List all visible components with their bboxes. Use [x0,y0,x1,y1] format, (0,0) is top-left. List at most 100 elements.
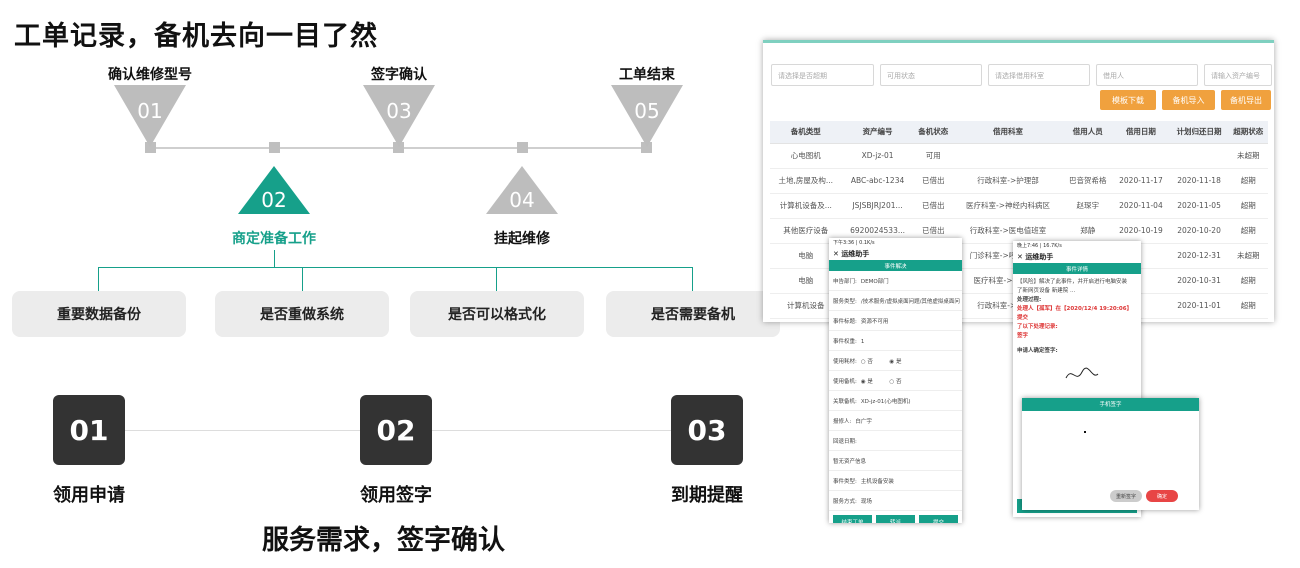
signature-canvas[interactable] [1084,431,1086,433]
process-number: 02 [360,395,432,465]
form-label: 关联备机: [833,399,857,405]
form-row[interactable]: 回退日期: [829,431,962,451]
detail-line: 申请人确定签字: [1017,348,1058,354]
table-cell: 土地,房屋及构... [770,168,842,194]
table-cell: 巴音贺希格 [1063,168,1113,194]
filter-dept-select[interactable]: 请选择借用科室 [988,64,1090,86]
process-label: 领用签字 [360,485,432,506]
table-row[interactable]: 土地,房屋及构... ABC-abc-1234 已借出 行政科室->护理部 巴音贺希格 2… [770,168,1268,194]
process-number: 01 [53,395,125,465]
table-cell: 2020-11-04 [1112,193,1170,219]
step-label: 确认维修型号 [108,67,192,83]
column-header: 计划归还日期 [1169,121,1229,144]
step-label: 工单结束 [619,67,675,83]
table-row[interactable]: 计算机设备及... JSJSBJRJ201... 已借出 医疗科室->神经内科病区 赵琛… [770,193,1268,219]
form-value: ○ 否 ◉ 是 [860,359,902,365]
form-label: 报修人: [833,419,852,425]
form-label: 事件权重: [833,339,857,345]
table-cell: ABC-abc-1234 [841,168,914,194]
phone-action-bar: 结束工单 转派 提交 [829,511,962,523]
table-cell: 已借出 [913,193,953,219]
signature-bar: 手机签字 [1022,398,1199,411]
table-cell: 已借出 [913,168,953,194]
form-label: 事件类型: [833,479,857,485]
process-label: 到期提醒 [671,485,743,506]
table-cell: 行政科室->护理部 [952,168,1064,194]
form-row[interactable]: 事件权重: 1 [829,331,962,351]
table-cell: 计算机设备及... [770,193,842,219]
phone-status-bar: 晚上7:46 | 16.7K/s [1013,241,1141,250]
table-cell: 2020-11-01 [1169,293,1229,319]
table-cell: 2020-10-31 [1169,268,1229,294]
table-cell: 2020-10-20 [1169,218,1229,244]
process-number: 03 [671,395,743,465]
phone-status-bar: 下午3:36 | 0.1K/s [829,238,962,247]
table-cell: 超期 [1228,168,1268,194]
form-value: 1 [860,339,865,345]
export-button[interactable]: 备机导出 [1221,90,1271,110]
template-download-button[interactable]: 模板下载 [1100,90,1156,110]
table-cell [952,143,1064,169]
form-label: 回退日期: [833,439,857,445]
form-value: DEMO部门 [860,279,889,285]
resign-button[interactable]: 重新签字 [1110,490,1142,502]
branch-line [274,250,275,267]
detail-line: 处理过程: [1017,297,1042,303]
submit-button[interactable]: 提交 [919,515,958,523]
table-cell: 心电图机 [770,143,842,169]
form-row[interactable]: 事件标题: 资源不可用 [829,311,962,331]
signature-image [1065,367,1099,379]
phone-title: 运维助手 [841,250,870,258]
step-number: 03 [386,99,412,123]
form-row[interactable]: 报修人: 白广宇 [829,411,962,431]
detail-line: 处理人【孤军】在【2020/12/4 19:20:06】提交 [1017,306,1133,321]
form-label: 使用耗材: [833,359,857,365]
filter-status-select[interactable]: 可用状态 [880,64,982,86]
confirm-sign-button[interactable]: 确定 [1146,490,1178,502]
timeline-node [269,142,280,153]
table-cell [1169,143,1229,169]
table-cell: 超期 [1228,293,1268,319]
phone-section-bar: 事件解决 [829,260,962,271]
detail-line: 了以下处理记录: [1017,324,1058,330]
column-header: 资产编号 [841,121,914,144]
table-cell: 可用 [913,143,953,169]
table-cell: 2020-11-05 [1169,193,1229,219]
form-value: 主机设备安装 [860,479,894,485]
form-label: 暂无资产信息 [833,459,867,465]
form-row[interactable]: 申告部门: DEMO部门 [829,271,962,291]
filter-borrower-input[interactable]: 借用人 [1096,64,1198,86]
table-cell: 2020-12-31 [1169,243,1229,269]
form-row[interactable]: 使用耗材: ○ 否 ◉ 是 [829,351,962,371]
form-value: 白广宇 [855,419,872,425]
form-row[interactable]: 服务类型:/技术服务/虚拟桌面问题/其他虚拟桌面问 [829,291,962,311]
table-cell [1112,143,1170,169]
form-row[interactable]: 事件类型: 主机设备安装 [829,471,962,491]
table-cell: JSJSBJRJ201... [841,193,914,219]
form-row[interactable]: 服务方式: 现场 [829,491,962,511]
table-cell: 超期 [1228,218,1268,244]
form-value: XD-jz-01(心电图机) [860,399,911,405]
table-cell [1063,143,1113,169]
table-cell: 2020-11-17 [1112,168,1170,194]
filter-asset-input[interactable]: 请输入资产编号 [1204,64,1272,86]
form-label: 服务方式: [833,499,857,505]
column-header: 超期状态 [1228,121,1268,144]
step-label: 签字确认 [371,67,427,83]
import-button[interactable]: 备机导入 [1162,90,1215,110]
form-row[interactable]: 使用备机: ◉ 是 ○ 否 [829,371,962,391]
step-number: 05 [634,99,660,123]
branch-line [98,267,693,268]
form-row[interactable]: 暂无资产信息 [829,451,962,471]
transfer-button[interactable]: 转派 [876,515,915,523]
process-label: 领用申请 [53,485,125,506]
table-cell: 赵琛宇 [1063,193,1113,219]
prep-box: 重要数据备份 [12,291,186,337]
form-row[interactable]: 关联备机: XD-jz-01(心电图机) [829,391,962,411]
prep-box: 是否重做系统 [215,291,389,337]
table-row[interactable]: 心电图机 XD-jz-01 可用 未超期 [770,143,1268,169]
filter-overdue-select[interactable]: 请选择是否超期 [771,64,874,86]
branch-line [496,267,497,291]
branch-line [302,267,303,291]
end-ticket-button[interactable]: 结束工单 [833,515,872,523]
